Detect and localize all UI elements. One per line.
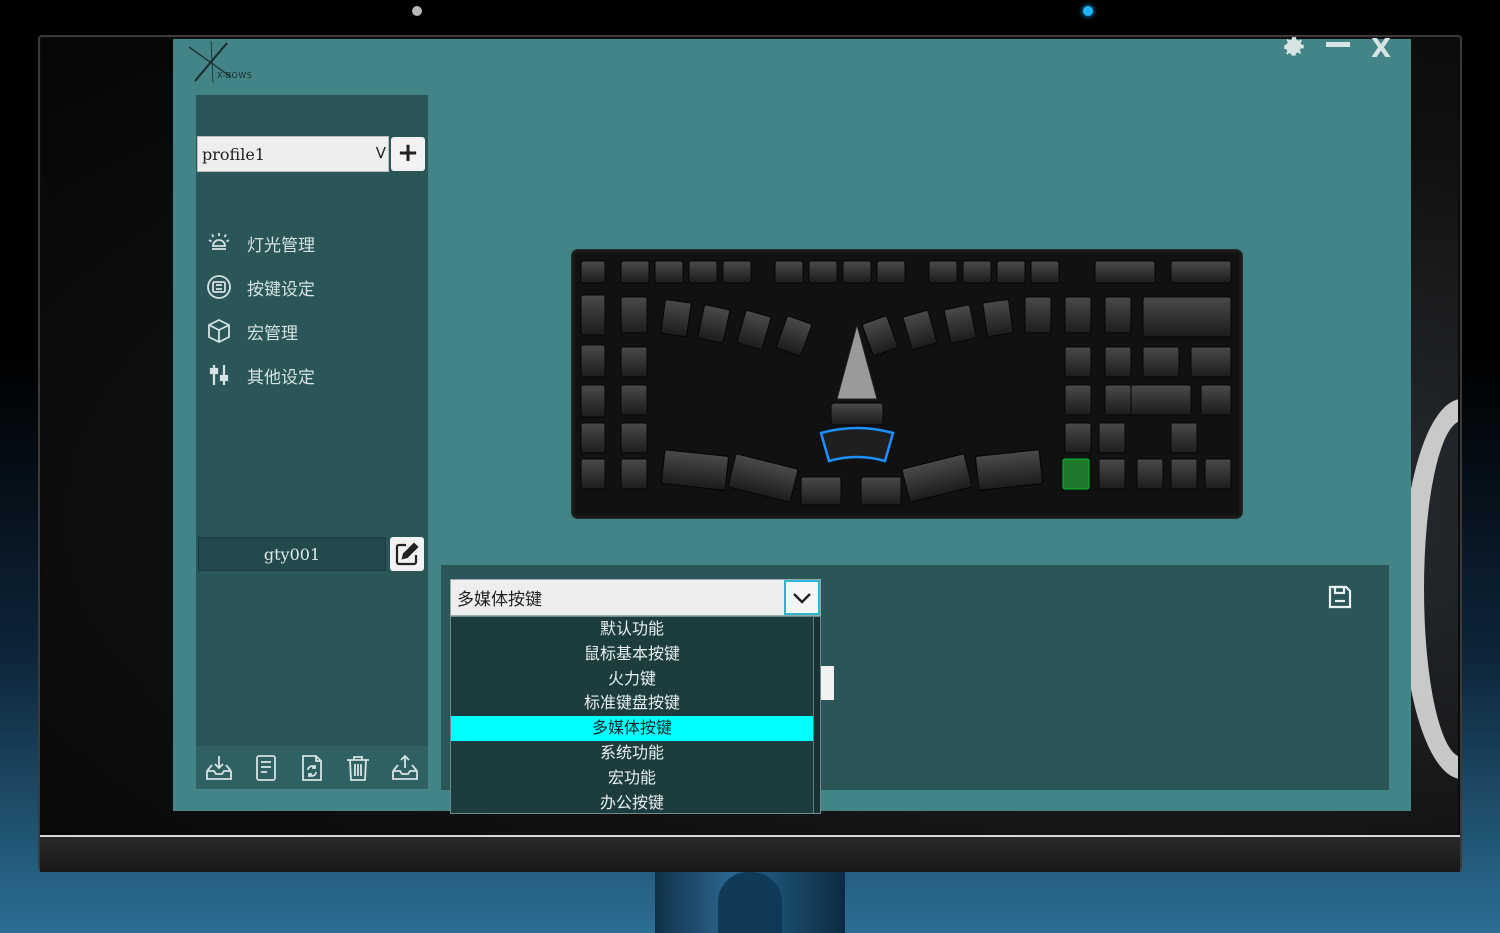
export-icon bbox=[391, 754, 418, 780]
import-button[interactable] bbox=[203, 752, 235, 784]
sidebar-item-label: 灯光管理 bbox=[247, 235, 315, 256]
sidebar-item-label: 其他设定 bbox=[247, 367, 315, 388]
profile-select[interactable]: profile1 V bbox=[197, 136, 389, 172]
sidebar-item-macro[interactable]: 宏管理 bbox=[204, 309, 424, 353]
trash-icon bbox=[347, 755, 370, 781]
delete-button[interactable] bbox=[342, 752, 374, 784]
profile-toolbar bbox=[196, 746, 428, 789]
sidebar-item-other-settings[interactable]: 其他设定 bbox=[204, 353, 424, 397]
save-button[interactable] bbox=[1326, 583, 1356, 613]
dropdown-scrollbar[interactable] bbox=[813, 617, 820, 813]
edit-icon bbox=[395, 542, 419, 566]
dropdown-toggle[interactable] bbox=[784, 580, 820, 615]
option-macro-function[interactable]: 宏功能 bbox=[451, 766, 813, 791]
logo-text: X-BOWS bbox=[217, 71, 253, 80]
keyboard-preview-image[interactable] bbox=[572, 250, 1242, 518]
power-indicator-light bbox=[1083, 6, 1093, 16]
monitor-bezel bbox=[40, 835, 1460, 872]
document-icon bbox=[255, 754, 276, 781]
sliders-icon bbox=[204, 360, 234, 390]
document-button[interactable] bbox=[250, 752, 282, 784]
minimize-icon[interactable] bbox=[1325, 31, 1351, 62]
option-multimedia[interactable]: 多媒体按键 bbox=[451, 716, 813, 741]
partially-hidden-control[interactable] bbox=[821, 666, 834, 700]
profile-selected-value: profile1 bbox=[202, 144, 265, 164]
sidebar-item-key-settings[interactable]: 按键设定 bbox=[204, 265, 424, 309]
cube-icon bbox=[204, 316, 234, 346]
settings-gear-icon[interactable] bbox=[1281, 35, 1307, 66]
user-name-field[interactable]: gty001 bbox=[198, 537, 386, 571]
edit-user-button[interactable] bbox=[390, 537, 424, 571]
keyboard-graphic bbox=[575, 253, 1239, 515]
export-button[interactable] bbox=[389, 752, 421, 784]
refresh-file-icon bbox=[302, 754, 322, 781]
light-bulb-icon bbox=[204, 228, 234, 258]
option-system-function[interactable]: 系统功能 bbox=[451, 741, 813, 766]
key-category-select[interactable]: 多媒体按键 bbox=[450, 579, 821, 616]
chevron-down-icon bbox=[793, 592, 811, 604]
add-profile-button[interactable]: + bbox=[391, 137, 425, 171]
option-fire-key[interactable]: 火力键 bbox=[451, 667, 813, 692]
webcam-dot bbox=[412, 6, 422, 16]
chevron-down-icon: V bbox=[375, 144, 386, 162]
save-icon bbox=[1328, 585, 1352, 609]
key-category-options: 默认功能 鼠标基本按键 火力键 标准键盘按键 多媒体按键 系统功能 宏功能 办公… bbox=[450, 616, 821, 814]
sidebar: profile1 V + 灯光管理 按键设定 宏管理 其他设定 gty001 bbox=[196, 95, 428, 789]
monitor-stand-cutout bbox=[718, 872, 782, 933]
option-office-keys[interactable]: 办公按键 bbox=[451, 791, 813, 816]
option-mouse-basic[interactable]: 鼠标基本按键 bbox=[451, 642, 813, 667]
close-icon[interactable]: X bbox=[1371, 35, 1391, 63]
sidebar-item-lighting[interactable]: 灯光管理 bbox=[204, 221, 424, 265]
refresh-button[interactable] bbox=[296, 752, 328, 784]
key-category-selected: 多媒体按键 bbox=[457, 590, 542, 610]
sidebar-item-label: 宏管理 bbox=[247, 323, 298, 344]
sidebar-menu: 灯光管理 按键设定 宏管理 其他设定 bbox=[204, 221, 424, 397]
keypad-icon bbox=[204, 272, 234, 302]
option-standard-keyboard[interactable]: 标准键盘按键 bbox=[451, 691, 813, 716]
sidebar-item-label: 按键设定 bbox=[247, 279, 315, 300]
option-default-function[interactable]: 默认功能 bbox=[451, 617, 813, 642]
import-icon bbox=[206, 755, 233, 780]
